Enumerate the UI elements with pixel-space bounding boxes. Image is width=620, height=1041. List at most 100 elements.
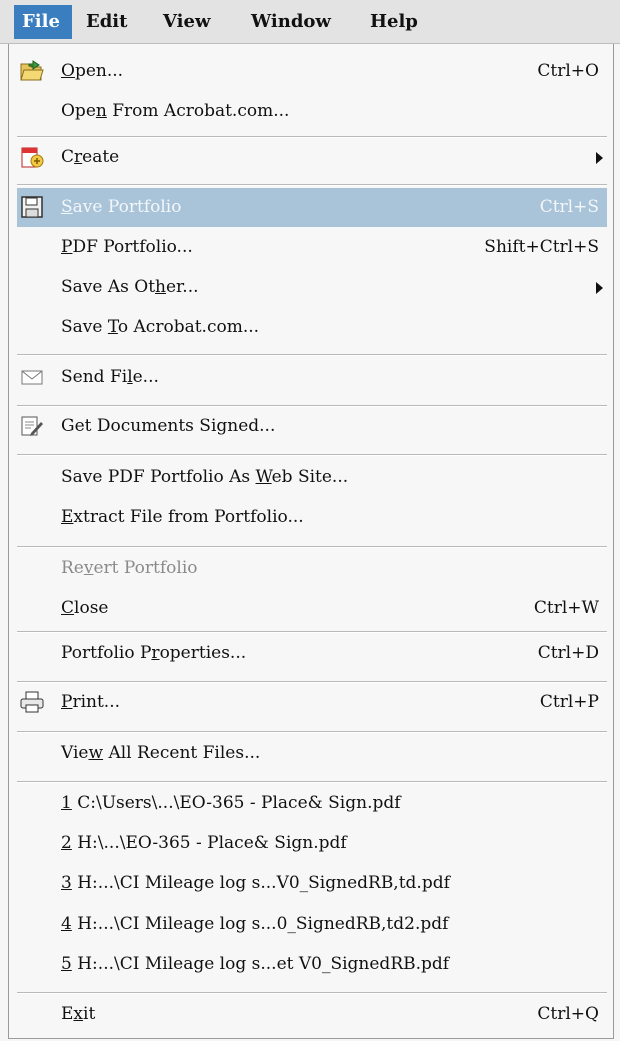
menu-item-create[interactable]: Create <box>17 138 607 177</box>
menu-separator <box>17 546 607 548</box>
label-text: eb Site... <box>271 467 349 487</box>
label-text: H:...\CI Mileage log s...et V0_SignedRB.… <box>71 954 450 974</box>
label-text: Save <box>61 317 108 337</box>
access-key: C <box>61 598 75 618</box>
open-folder-icon <box>19 59 45 83</box>
label-text: it <box>83 1004 96 1024</box>
access-key: 1 <box>61 793 72 813</box>
menu-item-extract[interactable]: Extract File from Portfolio... <box>17 498 607 537</box>
menu-edit[interactable]: Edit <box>78 5 135 39</box>
menu-item-label: 5 H:...\CI Mileage log s...et V0_SignedR… <box>61 945 449 984</box>
access-key: r <box>74 147 83 167</box>
menu-view[interactable]: View <box>155 5 218 39</box>
file-menu-dropdown: Open... Ctrl+O Open From Acrobat.com... Cre… <box>8 44 614 1039</box>
label-text: operties... <box>159 643 247 663</box>
menu-item-save-portfolio[interactable]: Save Portfolio Ctrl+S <box>17 188 607 227</box>
access-key: h <box>155 277 166 297</box>
menu-item-print[interactable]: Print... Ctrl+P <box>17 683 607 722</box>
access-key: 2 <box>61 833 72 853</box>
menu-item-label: Extract File from Portfolio... <box>61 498 304 537</box>
label-text: xtract File from Portfolio... <box>73 507 304 527</box>
access-key: P <box>61 237 73 257</box>
access-key: r <box>151 643 160 663</box>
menu-item-label: Portfolio Properties... <box>61 634 246 673</box>
label-text: Portfolio P <box>61 643 152 663</box>
label-text: o Acrobat.com... <box>117 317 260 337</box>
label-text: DF Portfolio... <box>72 237 193 257</box>
menu-item-open[interactable]: Open... Ctrl+O <box>17 52 607 91</box>
menu-item-get-signed[interactable]: Get Documents Signed... <box>17 407 607 446</box>
menu-item-recent-2[interactable]: 2 H:\...\EO-365 - Place& Sign.pdf <box>17 824 607 863</box>
menu-file[interactable]: File <box>14 5 72 39</box>
menu-item-label: Revert Portfolio <box>61 549 198 588</box>
shortcut-text: Shift+Ctrl+S <box>484 237 599 257</box>
menu-item-label: 1 C:\Users\...\EO-365 - Place& Sign.pdf <box>61 784 401 823</box>
menu-item-label: 3 H:...\CI Mileage log s...V0_SignedRB,t… <box>61 864 450 903</box>
menu-separator <box>17 354 607 356</box>
access-key: E <box>61 507 74 527</box>
shortcut-text: Ctrl+O <box>537 61 599 81</box>
menu-item-send-file[interactable]: Send File... <box>17 358 607 397</box>
menu-item-open-acrobat[interactable]: Open From Acrobat.com... <box>17 92 607 131</box>
label-text: eate <box>82 147 120 167</box>
label-text: ert Portfolio <box>93 558 198 578</box>
menu-item-save-web[interactable]: Save PDF Portfolio As Web Site... <box>17 458 607 497</box>
shortcut-text: Ctrl+D <box>537 643 599 663</box>
access-key: w <box>88 743 104 763</box>
label-text: Save PDF Portfolio As <box>61 467 256 487</box>
menu-item-label: Close <box>61 589 108 628</box>
menu-item-label: Send File... <box>61 358 159 397</box>
menu-item-exit[interactable]: Exit Ctrl+Q <box>17 995 607 1034</box>
menu-separator <box>17 454 607 456</box>
access-key: x <box>73 1004 84 1024</box>
menu-item-recent-1[interactable]: 1 C:\Users\...\EO-365 - Place& Sign.pdf <box>17 784 607 823</box>
menu-item-label: Create <box>61 138 119 177</box>
menu-item-pdf-portfolio[interactable]: PDF Portfolio... Shift+Ctrl+S <box>17 228 607 267</box>
menu-item-properties[interactable]: Portfolio Properties... Ctrl+D <box>17 634 607 673</box>
menu-separator <box>17 992 607 994</box>
menu-item-recent-5[interactable]: 5 H:...\CI Mileage log s...et V0_SignedR… <box>17 945 607 984</box>
label-text: lose <box>74 598 109 618</box>
label-text: e... <box>132 367 159 387</box>
access-key: 4 <box>61 914 72 934</box>
menu-item-label: Open From Acrobat.com... <box>61 92 289 131</box>
access-key: 5 <box>61 954 72 974</box>
menu-item-label: Open... <box>61 52 123 91</box>
access-key: O <box>61 61 75 81</box>
label-text: er... <box>165 277 199 297</box>
access-key: S <box>61 197 73 217</box>
sign-document-icon <box>19 414 45 438</box>
access-key: W <box>255 467 272 487</box>
access-key: T <box>107 317 118 337</box>
shortcut-text: Ctrl+P <box>539 692 599 712</box>
menu-help[interactable]: Help <box>362 5 426 39</box>
menu-item-label: Get Documents Signed... <box>61 407 275 446</box>
label-text: C:\Users\...\EO-365 - Place& Sign.pdf <box>71 793 401 813</box>
menu-item-recent-4[interactable]: 4 H:...\CI Mileage log s...0_SignedRB,td… <box>17 905 607 944</box>
shortcut-text: Ctrl+W <box>533 598 599 618</box>
shortcut-text: Ctrl+Q <box>537 1004 599 1024</box>
printer-icon <box>19 690 45 714</box>
menu-item-recent-3[interactable]: 3 H:...\CI Mileage log s...V0_SignedRB,t… <box>17 864 607 903</box>
menu-window[interactable]: Window <box>243 5 339 39</box>
label-text: All Recent Files... <box>103 743 261 763</box>
label-text: E <box>61 1004 74 1024</box>
label-text: Send Fi <box>61 367 128 387</box>
menu-item-label: Print... <box>61 683 120 722</box>
menu-separator <box>17 631 607 633</box>
menu-item-recent-all[interactable]: View All Recent Files... <box>17 734 607 773</box>
envelope-icon <box>19 365 45 389</box>
menu-item-label: 4 H:...\CI Mileage log s...0_SignedRB,td… <box>61 905 448 944</box>
label-text: Get Documents Signed... <box>61 416 276 436</box>
menu-item-save-as-other[interactable]: Save As Other... <box>17 268 607 307</box>
label-text: Save As Ot <box>61 277 156 297</box>
save-disk-icon <box>19 195 45 219</box>
menu-item-label: View All Recent Files... <box>61 734 260 773</box>
menu-item-save-to-acrobat[interactable]: Save To Acrobat.com... <box>17 308 607 347</box>
menu-separator <box>17 781 607 783</box>
menu-item-revert: Revert Portfolio <box>17 549 607 588</box>
submenu-arrow-icon <box>596 152 603 164</box>
label-text: pen... <box>74 61 124 81</box>
menu-separator <box>17 731 607 733</box>
menu-item-close[interactable]: Close Ctrl+W <box>17 589 607 628</box>
